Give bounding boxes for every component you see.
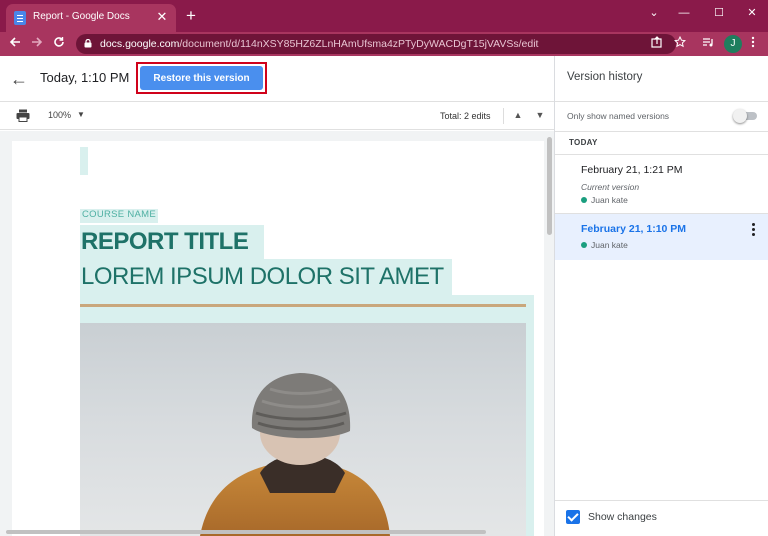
- new-tab-button[interactable]: +: [182, 6, 200, 26]
- version-item[interactable]: February 21, 1:21 PM Current version Jua…: [555, 155, 768, 213]
- reload-icon[interactable]: [50, 35, 68, 53]
- next-edit-icon[interactable]: ▼: [533, 108, 547, 122]
- horizontal-scrollbar[interactable]: [0, 528, 545, 536]
- author-name: Juan kate: [591, 240, 628, 250]
- close-window-button[interactable]: ✕: [738, 2, 766, 24]
- url-path: /document/d/114nXSY85HZ6ZLnHAmUfsma4zPTy…: [179, 38, 539, 50]
- tab-search-icon[interactable]: ⌄: [640, 2, 668, 24]
- toggle-knob: [733, 109, 747, 123]
- author-color-dot: [581, 242, 587, 248]
- scrollbar-thumb[interactable]: [547, 137, 552, 235]
- url-text: docs.google.com/document/d/114nXSY85HZ6Z…: [100, 38, 538, 50]
- media-control-icon[interactable]: [699, 35, 717, 53]
- browser-toolbar: docs.google.com/document/d/114nXSY85HZ6Z…: [0, 32, 768, 56]
- version-date: February 21, 1:10 PM: [581, 223, 687, 235]
- divider: [555, 101, 768, 102]
- cover-photo: [80, 323, 526, 536]
- section-today: TODAY: [569, 138, 598, 147]
- back-arrow-icon[interactable]: ←: [10, 69, 30, 89]
- edits-count: Total: 2 edits: [440, 111, 491, 121]
- minimize-button[interactable]: —: [670, 2, 698, 24]
- share-icon[interactable]: [648, 35, 666, 53]
- current-version-label: Current version: [581, 182, 640, 192]
- divider-rule: [80, 304, 526, 307]
- chevron-down-icon[interactable]: ▼: [77, 110, 85, 119]
- version-author: Juan kate: [581, 240, 628, 250]
- docs-favicon-icon: [14, 11, 26, 25]
- vertical-scrollbar[interactable]: [545, 131, 554, 536]
- browser-title-bar: Report - Google Docs ✕ + ⌄ — ☐ ✕: [0, 0, 768, 32]
- version-author: Juan kate: [581, 195, 628, 205]
- more-options-icon[interactable]: [750, 222, 758, 238]
- author-name: Juan kate: [591, 195, 628, 205]
- version-date: February 21, 1:21 PM: [581, 164, 683, 176]
- doc-toolbar: 100% ▼ Total: 2 edits ▲ ▼: [0, 102, 554, 130]
- profile-avatar[interactable]: J: [724, 35, 742, 53]
- browser-tab[interactable]: Report - Google Docs ✕: [6, 4, 176, 32]
- maximize-button[interactable]: ☐: [705, 2, 733, 24]
- panel-title: Version history: [567, 71, 643, 83]
- change-highlight: [80, 147, 88, 175]
- divider: [503, 108, 504, 124]
- url-domain: docs.google.com: [100, 38, 180, 50]
- lock-icon: [84, 39, 92, 48]
- address-bar[interactable]: docs.google.com/document/d/114nXSY85HZ6Z…: [76, 34, 676, 54]
- previous-edit-icon[interactable]: ▲: [511, 108, 525, 122]
- tab-close-icon[interactable]: ✕: [154, 9, 170, 25]
- back-icon[interactable]: [6, 35, 24, 53]
- report-title: REPORT TITLE: [80, 225, 265, 259]
- named-versions-toggle[interactable]: [733, 109, 759, 123]
- restore-version-button[interactable]: Restore this version: [140, 66, 263, 90]
- scrollbar-thumb[interactable]: [6, 530, 486, 534]
- show-changes-label: Show changes: [588, 511, 657, 523]
- tab-title: Report - Google Docs: [33, 11, 130, 22]
- browser-menu-icon[interactable]: [744, 35, 762, 53]
- version-time: Today, 1:10 PM: [40, 70, 130, 85]
- version-header: ← Today, 1:10 PM Restore this version: [0, 56, 554, 102]
- document-page[interactable]: COURSE NAME REPORT TITLE LOREM IPSUM DOL…: [12, 141, 544, 536]
- divider: [555, 500, 768, 501]
- version-item-selected[interactable]: February 21, 1:10 PM Juan kate: [555, 214, 768, 260]
- zoom-select[interactable]: 100%: [48, 110, 71, 120]
- version-history-panel: Version history Only show named versions…: [554, 56, 768, 536]
- author-color-dot: [581, 197, 587, 203]
- course-name: COURSE NAME: [80, 209, 159, 223]
- show-changes-checkbox[interactable]: [566, 510, 580, 524]
- forward-icon[interactable]: [28, 35, 46, 53]
- print-icon[interactable]: [16, 109, 30, 122]
- document-canvas: COURSE NAME REPORT TITLE LOREM IPSUM DOL…: [0, 131, 554, 536]
- bookmark-star-icon[interactable]: [671, 35, 689, 53]
- report-subtitle: LOREM IPSUM DOLOR SIT AMET: [80, 259, 452, 295]
- named-versions-label: Only show named versions: [567, 111, 670, 121]
- divider: [555, 131, 768, 132]
